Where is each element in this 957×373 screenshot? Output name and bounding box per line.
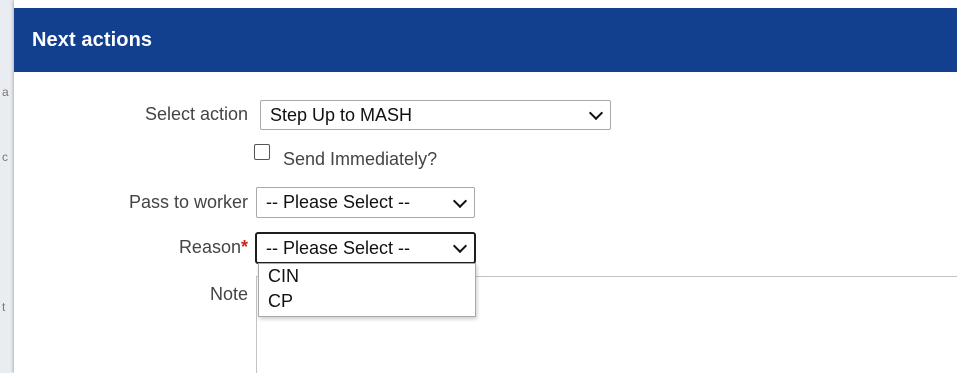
pass-to-worker-value: -- Please Select -- bbox=[266, 192, 411, 212]
pass-to-worker-label: Pass to worker bbox=[128, 192, 248, 212]
chevron-down-icon bbox=[452, 193, 468, 208]
select-action-dropdown[interactable]: Step Up to MASH bbox=[260, 100, 611, 130]
required-marker: * bbox=[240, 237, 248, 257]
reason-dropdown[interactable]: -- Please Select -- bbox=[255, 232, 476, 264]
background-page-fragment: c bbox=[2, 150, 8, 164]
chevron-down-icon bbox=[452, 238, 468, 254]
background-page-fragment: t bbox=[2, 300, 6, 314]
send-immediately-label: Send Immediately? bbox=[283, 149, 438, 169]
next-actions-modal: Next actions Select action Step Up to MA… bbox=[14, 0, 957, 373]
background-page-fragment: a bbox=[2, 85, 9, 99]
reason-option-cin[interactable]: CIN bbox=[259, 264, 475, 289]
note-label: Note bbox=[209, 284, 248, 304]
modal-title: Next actions bbox=[32, 28, 153, 51]
reason-option-cp[interactable]: CP bbox=[259, 289, 475, 314]
chevron-down-icon bbox=[588, 105, 604, 121]
select-action-value: Step Up to MASH bbox=[270, 104, 413, 125]
modal-header: Next actions bbox=[14, 8, 957, 72]
reason-label-text: Reason bbox=[178, 237, 241, 257]
background-page: a c t bbox=[0, 0, 14, 373]
select-action-label: Select action bbox=[144, 104, 248, 124]
send-immediately-checkbox[interactable] bbox=[254, 144, 270, 160]
reason-label: Reason* bbox=[179, 237, 248, 258]
pass-to-worker-dropdown[interactable]: -- Please Select -- bbox=[256, 187, 475, 218]
reason-value: -- Please Select -- bbox=[266, 237, 411, 258]
reason-options-list: CIN CP bbox=[258, 263, 476, 317]
